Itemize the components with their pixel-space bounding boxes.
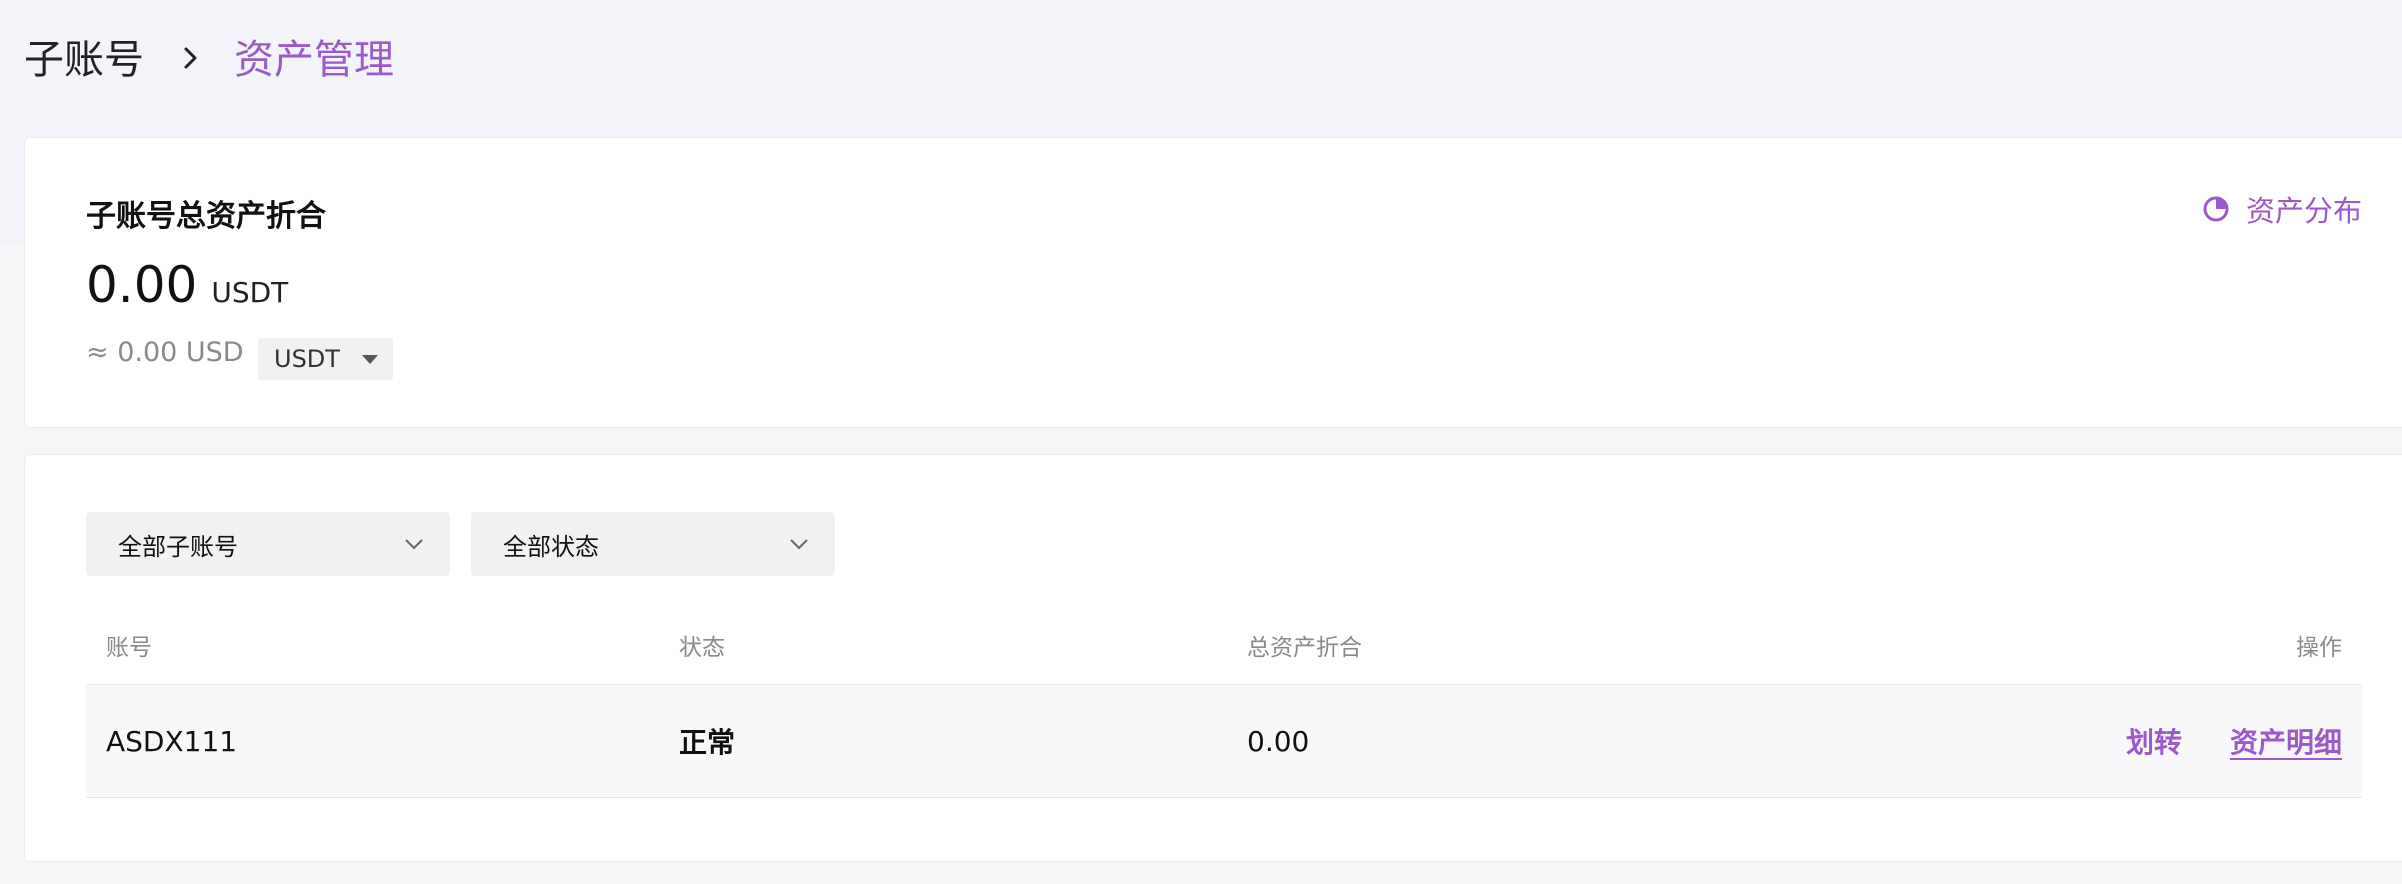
status-filter-value: 全部状态 bbox=[503, 532, 599, 561]
summary-amount: 0.00 USDT bbox=[86, 256, 288, 314]
amount-unit: USDT bbox=[211, 276, 289, 309]
subaccount-table-card: 全部子账号 全部状态 账号 状态 总资产折合 操作 ASDX111 正常 0.0… bbox=[24, 454, 2402, 862]
chevron-down-icon bbox=[790, 539, 808, 550]
breadcrumb: 子账号 资产管理 bbox=[24, 28, 394, 84]
cell-status: 正常 bbox=[679, 726, 736, 759]
subaccount-table: 账号 状态 总资产折合 操作 ASDX111 正常 0.00 划转 资产明细 bbox=[86, 605, 2362, 798]
breadcrumb-current: 资产管理 bbox=[234, 37, 394, 83]
caret-down-icon bbox=[361, 354, 378, 364]
summary-card: 子账号总资产折合 0.00 USDT ≈ 0.00 USD USDT 资产分布 bbox=[24, 137, 2402, 428]
header-account: 账号 bbox=[106, 634, 152, 661]
header-actions: 操作 bbox=[2296, 634, 2342, 661]
asset-distribution-label: 资产分布 bbox=[2245, 194, 2362, 228]
asset-detail-link[interactable]: 资产明细 bbox=[2230, 721, 2342, 761]
table-header: 账号 状态 总资产折合 操作 bbox=[86, 605, 2362, 685]
total-amount: 0.00 bbox=[86, 256, 198, 314]
cell-account: ASDX111 bbox=[106, 724, 238, 758]
approx-value: ≈ 0.00 USD bbox=[86, 337, 244, 368]
cell-total: 0.00 bbox=[1247, 724, 1310, 758]
subaccount-filter-value: 全部子账号 bbox=[118, 532, 238, 561]
header-status: 状态 bbox=[679, 634, 725, 661]
asset-distribution-link[interactable]: 资产分布 bbox=[2202, 188, 2362, 230]
subaccount-filter[interactable]: 全部子账号 bbox=[86, 512, 450, 576]
summary-title: 子账号总资产折合 bbox=[86, 199, 326, 234]
currency-select[interactable]: USDT bbox=[258, 338, 393, 380]
cell-actions: 划转 资产明细 bbox=[1727, 721, 2362, 761]
transfer-link[interactable]: 划转 bbox=[2126, 721, 2182, 761]
status-filter[interactable]: 全部状态 bbox=[471, 512, 835, 576]
table-row: ASDX111 正常 0.00 划转 资产明细 bbox=[86, 685, 2362, 798]
page: 子账号 资产管理 子账号总资产折合 0.00 USDT ≈ 0.00 USD U… bbox=[0, 0, 2402, 884]
breadcrumb-root[interactable]: 子账号 bbox=[24, 27, 144, 85]
header-total: 总资产折合 bbox=[1247, 634, 1362, 661]
currency-select-value: USDT bbox=[274, 345, 340, 373]
pie-chart-icon bbox=[2203, 196, 2229, 222]
chevron-down-icon bbox=[405, 539, 423, 550]
chevron-right-icon bbox=[174, 39, 208, 73]
